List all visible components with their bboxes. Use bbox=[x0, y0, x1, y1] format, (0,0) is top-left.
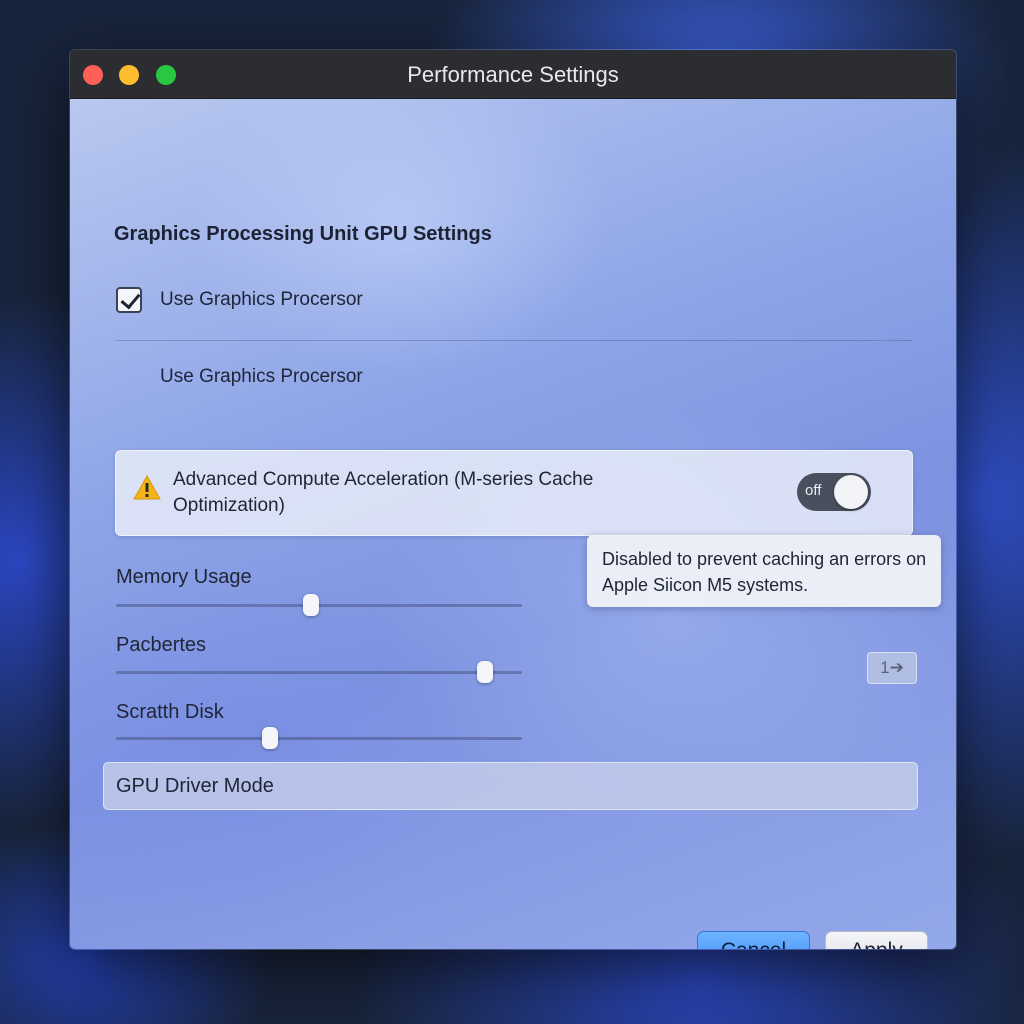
title-bar: Performance Settings bbox=[70, 50, 956, 99]
warning-icon bbox=[133, 475, 161, 500]
use-gpu-label[interactable]: Use Graphics Procersor bbox=[160, 289, 363, 311]
window-title: Performance Settings bbox=[407, 62, 619, 87]
memory-usage-slider[interactable] bbox=[116, 594, 522, 616]
checkmark-icon bbox=[120, 288, 141, 310]
advanced-compute-card: Advanced Compute Acceleration (M-series … bbox=[115, 450, 913, 536]
pacbertes-label: Pacbertes bbox=[116, 634, 207, 656]
scratch-disk-slider[interactable] bbox=[116, 727, 522, 749]
advanced-compute-label: Advanced Compute Acceleration (M-series … bbox=[173, 469, 594, 516]
settings-content: Graphics Processing Unit GPU Settings Us… bbox=[70, 99, 956, 949]
performance-settings-window: Performance Settings Graphics Processing… bbox=[69, 49, 957, 950]
section-title: Graphics Processing Unit GPU Settings bbox=[114, 223, 492, 245]
advanced-compute-tooltip: Disabled to prevent caching an errors on… bbox=[587, 535, 941, 607]
use-gpu-sub-label: Use Graphics Procersor bbox=[160, 366, 363, 387]
tooltip-text: Disabled to prevent caching an errors on… bbox=[602, 549, 927, 595]
cancel-button[interactable]: Cancel bbox=[697, 931, 810, 949]
gpu-driver-mode-label: GPU Driver Mode bbox=[116, 775, 274, 797]
step-badge[interactable]: 1➔ bbox=[867, 652, 917, 684]
scratch-disk-thumb[interactable] bbox=[262, 727, 279, 749]
memory-usage-label: Memory Usage bbox=[116, 566, 252, 588]
section-divider bbox=[116, 340, 912, 341]
advanced-compute-toggle[interactable]: off bbox=[797, 473, 871, 511]
scratch-disk-label: Scratth Disk bbox=[116, 701, 224, 723]
gpu-driver-mode-field[interactable]: GPU Driver Mode bbox=[103, 762, 918, 810]
pacbertes-thumb[interactable] bbox=[477, 661, 494, 683]
use-gpu-checkbox[interactable] bbox=[116, 287, 142, 313]
toggle-knob[interactable] bbox=[834, 475, 868, 509]
memory-usage-thumb[interactable] bbox=[302, 594, 319, 616]
toggle-state-text: off bbox=[805, 482, 822, 499]
apply-button[interactable]: Apply bbox=[825, 931, 928, 949]
pacbertes-slider[interactable] bbox=[116, 661, 522, 683]
